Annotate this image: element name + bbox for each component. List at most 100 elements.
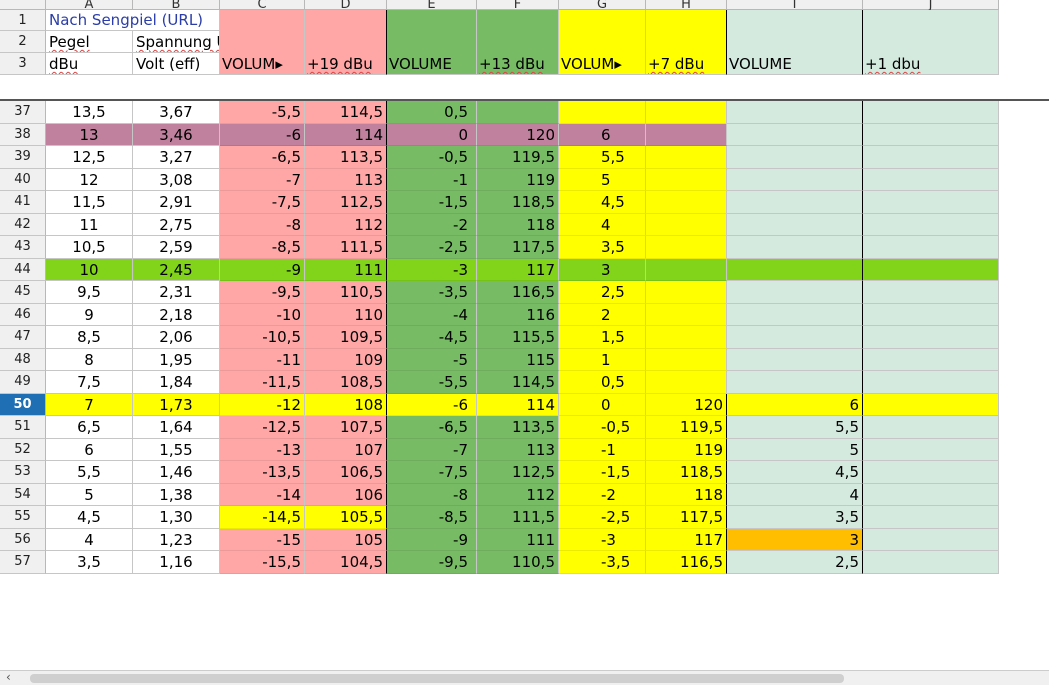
cell-b51[interactable]: 1,64 xyxy=(133,416,220,439)
cell-g50[interactable]: 0 xyxy=(559,393,646,416)
cell-j51[interactable] xyxy=(863,416,999,439)
cell-h3[interactable]: +7 dBu xyxy=(646,53,727,75)
cell-d40[interactable]: 113 xyxy=(305,168,387,191)
row-header-39[interactable]: 39 xyxy=(0,146,46,169)
cell-b50[interactable]: 1,73 xyxy=(133,393,220,416)
cell-f37[interactable] xyxy=(477,101,559,124)
cell-e54[interactable]: -8 xyxy=(387,483,477,506)
cell-e46[interactable]: -4 xyxy=(387,303,477,326)
column-header-c[interactable]: C xyxy=(220,0,305,11)
cell-j46[interactable] xyxy=(863,303,999,326)
cell-b38[interactable]: 3,46 xyxy=(133,123,220,146)
row-header-45[interactable]: 45 xyxy=(0,281,46,304)
cell-j38[interactable] xyxy=(863,123,999,146)
cell-g1[interactable] xyxy=(559,10,646,31)
cell-b57[interactable]: 1,16 xyxy=(133,551,220,574)
cell-c38[interactable]: -6 xyxy=(220,123,305,146)
row-header-48[interactable]: 48 xyxy=(0,348,46,371)
cell-f47[interactable]: 115,5 xyxy=(477,326,559,349)
cell-i44[interactable] xyxy=(727,258,863,281)
column-header-g[interactable]: G xyxy=(559,0,646,11)
row-header-40[interactable]: 40 xyxy=(0,168,46,191)
cell-e48[interactable]: -5 xyxy=(387,348,477,371)
cell-j43[interactable] xyxy=(863,236,999,259)
cell-e37[interactable]: 0,5 xyxy=(387,101,477,124)
cell-e47[interactable]: -4,5 xyxy=(387,326,477,349)
cell-a53[interactable]: 5,5 xyxy=(46,461,133,484)
cell-f57[interactable]: 110,5 xyxy=(477,551,559,574)
cell-a45[interactable]: 9,5 xyxy=(46,281,133,304)
cell-h50[interactable]: 120 xyxy=(646,393,727,416)
cell-e42[interactable]: -2 xyxy=(387,213,477,236)
cell-b42[interactable]: 2,75 xyxy=(133,213,220,236)
cell-c44[interactable]: -9 xyxy=(220,258,305,281)
cell-g46[interactable]: 2 xyxy=(559,303,646,326)
cell-a2[interactable]: Pegel xyxy=(46,31,133,53)
cell-b2[interactable]: Spannung U xyxy=(133,31,220,53)
cell-h47[interactable] xyxy=(646,326,727,349)
cell-a37[interactable]: 13,5 xyxy=(46,101,133,124)
cell-e52[interactable]: -7 xyxy=(387,438,477,461)
cell-g57[interactable]: -3,5 xyxy=(559,551,646,574)
cell-c52[interactable]: -13 xyxy=(220,438,305,461)
cell-b44[interactable]: 2,45 xyxy=(133,258,220,281)
cell-h51[interactable]: 119,5 xyxy=(646,416,727,439)
cell-i46[interactable] xyxy=(727,303,863,326)
cell-e41[interactable]: -1,5 xyxy=(387,191,477,214)
cell-f44[interactable]: 117 xyxy=(477,258,559,281)
cell-i39[interactable] xyxy=(727,146,863,169)
row-header-44[interactable]: 44 xyxy=(0,258,46,281)
column-header-f[interactable]: F xyxy=(477,0,559,11)
cell-f3[interactable]: +13 dBu xyxy=(477,53,559,75)
row-header-56[interactable]: 56 xyxy=(0,528,46,551)
cell-a42[interactable]: 11 xyxy=(46,213,133,236)
cell-g37[interactable] xyxy=(559,101,646,124)
cell-i40[interactable] xyxy=(727,168,863,191)
cell-g52[interactable]: -1 xyxy=(559,438,646,461)
cell-b47[interactable]: 2,06 xyxy=(133,326,220,349)
row-header-41[interactable]: 41 xyxy=(0,191,46,214)
cell-f43[interactable]: 117,5 xyxy=(477,236,559,259)
cell-h57[interactable]: 116,5 xyxy=(646,551,727,574)
cell-h45[interactable] xyxy=(646,281,727,304)
cell-d45[interactable]: 110,5 xyxy=(305,281,387,304)
cell-i41[interactable] xyxy=(727,191,863,214)
cell-h52[interactable]: 119 xyxy=(646,438,727,461)
cell-e1[interactable] xyxy=(387,10,477,31)
cell-j57[interactable] xyxy=(863,551,999,574)
cell-h40[interactable] xyxy=(646,168,727,191)
cell-a40[interactable]: 12 xyxy=(46,168,133,191)
cell-h1[interactable] xyxy=(646,10,727,31)
cell-c43[interactable]: -8,5 xyxy=(220,236,305,259)
cell-a38[interactable]: 13 xyxy=(46,123,133,146)
cell-f1[interactable] xyxy=(477,10,559,31)
cell-d1[interactable] xyxy=(305,10,387,31)
cell-j39[interactable] xyxy=(863,146,999,169)
cell-j52[interactable] xyxy=(863,438,999,461)
cell-i55[interactable]: 3,5 xyxy=(727,506,863,529)
column-header-h[interactable]: H xyxy=(646,0,727,11)
row-header-1[interactable]: 1 xyxy=(0,10,46,31)
cell-a51[interactable]: 6,5 xyxy=(46,416,133,439)
cell-e39[interactable]: -0,5 xyxy=(387,146,477,169)
cell-g55[interactable]: -2,5 xyxy=(559,506,646,529)
row-header-38[interactable]: 38 xyxy=(0,123,46,146)
cell-i1[interactable] xyxy=(727,10,863,31)
cell-c50[interactable]: -12 xyxy=(220,393,305,416)
cell-h54[interactable]: 118 xyxy=(646,483,727,506)
cell-c42[interactable]: -8 xyxy=(220,213,305,236)
cell-h55[interactable]: 117,5 xyxy=(646,506,727,529)
cell-h2[interactable] xyxy=(646,31,727,53)
cell-j3[interactable]: +1 dbu xyxy=(863,53,999,75)
cell-a1[interactable]: Nach Sengpiel (URL) xyxy=(46,10,220,31)
row-header-43[interactable]: 43 xyxy=(0,236,46,259)
cell-h53[interactable]: 118,5 xyxy=(646,461,727,484)
cell-j55[interactable] xyxy=(863,506,999,529)
cell-a48[interactable]: 8 xyxy=(46,348,133,371)
cell-b41[interactable]: 2,91 xyxy=(133,191,220,214)
cell-b40[interactable]: 3,08 xyxy=(133,168,220,191)
cell-e44[interactable]: -3 xyxy=(387,258,477,281)
cell-b39[interactable]: 3,27 xyxy=(133,146,220,169)
cell-d56[interactable]: 105 xyxy=(305,528,387,551)
cell-g51[interactable]: -0,5 xyxy=(559,416,646,439)
